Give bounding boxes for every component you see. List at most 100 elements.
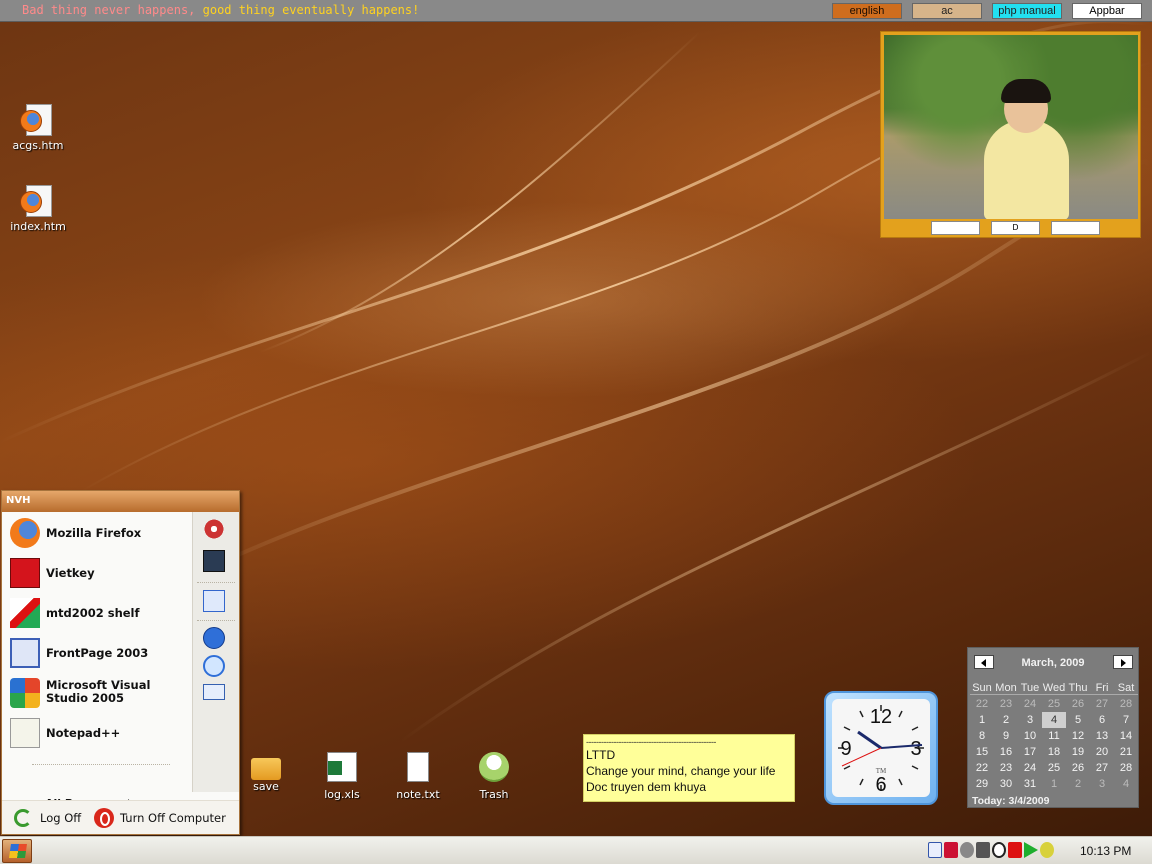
calendar-day[interactable]: 1	[970, 712, 994, 728]
calendar-day[interactable]: 24	[1018, 696, 1042, 712]
help-icon[interactable]	[203, 627, 225, 649]
calendar-day[interactable]: 2	[994, 712, 1018, 728]
calendar-day[interactable]: 27	[1090, 696, 1114, 712]
firefox-html-icon	[20, 104, 54, 136]
menu-item-mtd2002[interactable]: mtd2002 shelf	[8, 596, 190, 630]
shelf-icon-label: note.txt	[396, 788, 440, 801]
calendar-day[interactable]: 9	[994, 728, 1018, 744]
calendar-day[interactable]: 22	[970, 760, 994, 776]
ac-button[interactable]: ac	[912, 3, 982, 19]
calendar-grid: Sun Mon Tue Wed Thu Fri Sat 22 23 24 25 26 27…	[970, 680, 1138, 792]
calendar-day[interactable]: 23	[994, 696, 1018, 712]
php-manual-button[interactable]: php manual	[992, 3, 1062, 19]
menu-item-visual-studio[interactable]: Microsoft Visual Studio 2005	[8, 676, 190, 710]
desktop-icon-acgs[interactable]: acgs.htm	[3, 104, 73, 152]
calendar-day[interactable]: 3	[1018, 712, 1042, 728]
shelf-icon-note-txt[interactable]: note.txt	[386, 752, 450, 801]
calendar-day[interactable]: 24	[1018, 760, 1042, 776]
photo-next-button[interactable]	[1051, 221, 1100, 235]
start-button[interactable]	[2, 839, 32, 863]
calendar-day[interactable]: 21	[1114, 744, 1138, 760]
clock-tray-icon[interactable]	[992, 842, 1006, 858]
checklist-icon[interactable]	[203, 590, 225, 612]
calendar-day[interactable]: 31	[1018, 776, 1042, 792]
analog-clock-widget[interactable]: 12 3 6 9 TM	[824, 691, 938, 805]
sticky-note[interactable]: ----------------------------------------…	[583, 734, 795, 802]
calendar-day[interactable]: 17	[1018, 744, 1042, 760]
menu-item-label: Vietkey	[46, 566, 95, 580]
menu-item-notepadpp[interactable]: Notepad++	[8, 716, 190, 750]
calendar-day[interactable]: 4	[1042, 712, 1066, 728]
mtd-icon[interactable]	[944, 842, 958, 858]
calendar-day[interactable]: 14	[1114, 728, 1138, 744]
calendar-day[interactable]: 2	[1066, 776, 1090, 792]
calendar-day[interactable]: 23	[994, 760, 1018, 776]
photo-d-button[interactable]: D	[991, 221, 1040, 235]
turn-off-button[interactable]: Turn Off Computer	[120, 811, 226, 825]
calendar-day[interactable]: 12	[1066, 728, 1090, 744]
calendar-day[interactable]: 22	[970, 696, 994, 712]
calendar-day[interactable]: 1	[1042, 776, 1066, 792]
hotdog-icon[interactable]	[203, 518, 225, 540]
top-bar: Bad thing never happens, good thing even…	[0, 0, 1152, 22]
photo-frame-widget: D	[880, 31, 1141, 238]
start-menu-footer: Log Off Turn Off Computer	[2, 800, 239, 834]
speaker-icon[interactable]	[976, 842, 990, 858]
calendar-day[interactable]: 27	[1090, 760, 1114, 776]
play-icon[interactable]	[1024, 842, 1038, 858]
pinned-programs: Mozilla Firefox Vietkey mtd2002 shelf Fr…	[2, 512, 192, 810]
portrait-icon[interactable]	[203, 550, 225, 572]
calendar-day[interactable]: 19	[1066, 744, 1090, 760]
calendar-next-button[interactable]	[1113, 655, 1133, 669]
shelf-icon-log-xls[interactable]: log.xls	[310, 752, 374, 801]
k-icon[interactable]	[1008, 842, 1022, 858]
calendar-day[interactable]: 13	[1090, 728, 1114, 744]
calendar-day[interactable]: 20	[1090, 744, 1114, 760]
log-off-button[interactable]: Log Off	[40, 811, 81, 825]
trash-icon	[479, 752, 509, 782]
excel-file-icon	[327, 752, 357, 782]
menu-item-vietkey[interactable]: Vietkey	[8, 556, 190, 590]
calendar-day[interactable]: 8	[970, 728, 994, 744]
refresh-icon[interactable]	[1040, 842, 1054, 858]
calendar-day[interactable]: 30	[994, 776, 1018, 792]
calendar-day[interactable]: 3	[1090, 776, 1114, 792]
keyboard-icon[interactable]	[928, 842, 942, 858]
calendar-day[interactable]: 25	[1042, 760, 1066, 776]
shelf-icon-save[interactable]: save	[234, 752, 298, 793]
taskbar-clock[interactable]: 10:13 PM	[1080, 844, 1131, 858]
calendar-day[interactable]: 26	[1066, 760, 1090, 776]
calendar-day[interactable]: 28	[1114, 760, 1138, 776]
calendar-day[interactable]: 25	[1042, 696, 1066, 712]
calendar-day[interactable]: 11	[1042, 728, 1066, 744]
calendar-day[interactable]: 29	[970, 776, 994, 792]
calendar-day[interactable]: 4	[1114, 776, 1138, 792]
calendar-day[interactable]: 10	[1018, 728, 1042, 744]
english-button[interactable]: english	[832, 3, 902, 19]
calendar-day[interactable]: 7	[1114, 712, 1138, 728]
menu-item-label: mtd2002 shelf	[46, 606, 140, 620]
hour-hand	[857, 730, 882, 750]
photo-prev-button[interactable]	[931, 221, 980, 235]
calendar-day[interactable]: 28	[1114, 696, 1138, 712]
calendar-today-label[interactable]: Today: 3/4/2009	[972, 795, 1049, 807]
shelf-icon-trash[interactable]: Trash	[462, 752, 526, 801]
shelf-icon-label: Trash	[479, 788, 509, 801]
calendar-day[interactable]: 5	[1066, 712, 1090, 728]
calendar-day[interactable]: 16	[994, 744, 1018, 760]
calendar-week-row: 29 30 31 1 2 3 4	[970, 776, 1138, 792]
vietkey-icon	[10, 558, 40, 588]
start-menu-user: NVH	[2, 491, 239, 512]
media-icon[interactable]	[960, 842, 974, 858]
search-icon[interactable]	[203, 655, 225, 677]
run-icon[interactable]	[203, 684, 225, 700]
calendar-day[interactable]: 6	[1090, 712, 1114, 728]
folder-icon	[251, 758, 281, 780]
desktop-icon-index[interactable]: index.htm	[3, 185, 73, 233]
menu-item-frontpage[interactable]: FrontPage 2003	[8, 636, 190, 670]
calendar-day[interactable]: 18	[1042, 744, 1066, 760]
menu-item-firefox[interactable]: Mozilla Firefox	[8, 516, 190, 550]
appbar-button[interactable]: Appbar	[1072, 3, 1142, 19]
calendar-day[interactable]: 15	[970, 744, 994, 760]
calendar-day[interactable]: 26	[1066, 696, 1090, 712]
